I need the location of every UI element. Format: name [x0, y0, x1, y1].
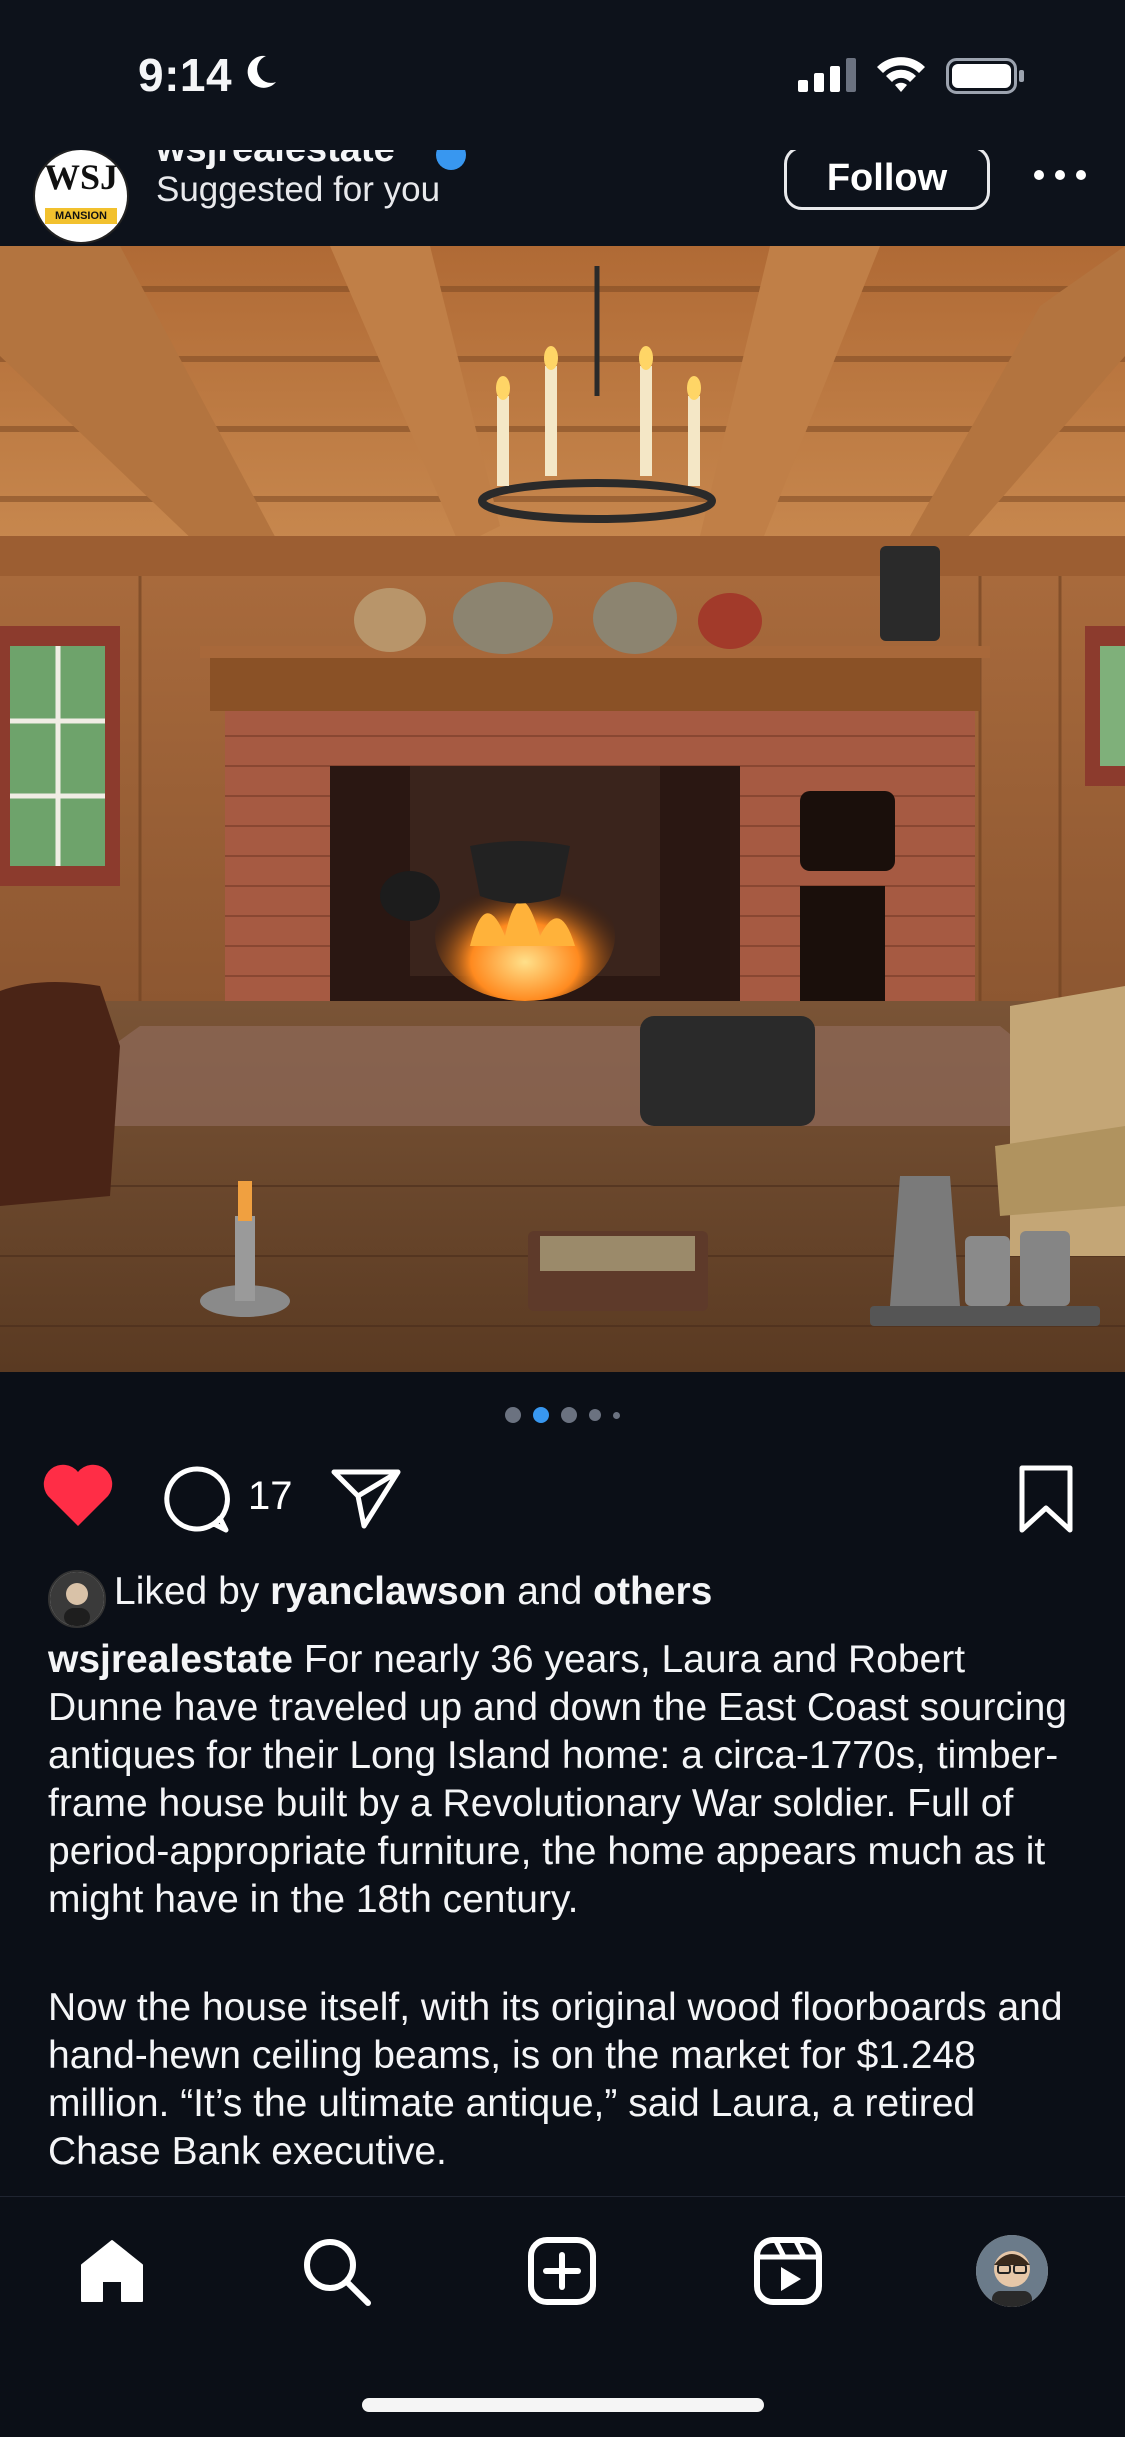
- post-caption: wsjrealestate For nearly 36 years, Laura…: [48, 1636, 1088, 2236]
- home-indicator[interactable]: [362, 2398, 764, 2412]
- caption-username[interactable]: wsjrealestate: [48, 1638, 293, 1681]
- account-username[interactable]: wsjrealestate: [156, 150, 395, 171]
- like-heart-icon[interactable]: [40, 1462, 116, 1528]
- liker-avatar[interactable]: [48, 1570, 106, 1628]
- profile-avatar[interactable]: [976, 2235, 1048, 2307]
- comment-icon[interactable]: [162, 1464, 232, 1534]
- caption-paragraph-2: Now the house itself, with its original …: [48, 1984, 1088, 2176]
- follow-button[interactable]: Follow: [784, 150, 990, 210]
- reels-icon[interactable]: [752, 2235, 824, 2307]
- avatar-logo-text: WSJ: [43, 157, 119, 197]
- create-post-icon[interactable]: [526, 2235, 598, 2307]
- caption-paragraph-1: wsjrealestate For nearly 36 years, Laura…: [48, 1636, 1088, 1924]
- carousel-dot: [561, 1407, 577, 1423]
- share-send-icon[interactable]: [330, 1466, 402, 1530]
- status-time: 9:14: [138, 49, 233, 101]
- profile-avatar-image: [976, 2235, 1048, 2307]
- avatar-logo-band: MANSION: [45, 208, 117, 224]
- search-icon[interactable]: [300, 2235, 372, 2307]
- more-options-icon[interactable]: [1030, 156, 1090, 196]
- carousel-dot: [613, 1411, 620, 1419]
- verified-badge-icon: [436, 150, 466, 170]
- account-avatar[interactable]: WSJ MANSION: [33, 150, 129, 244]
- post-header: WSJ MANSION wsjrealestate Suggested for …: [0, 150, 1125, 246]
- suggested-label: Suggested for you: [156, 170, 441, 209]
- comment-count: 17: [248, 1474, 293, 1518]
- moon-icon: [247, 55, 276, 88]
- battery-icon: [946, 58, 1024, 94]
- liker-avatar-image: [50, 1572, 104, 1626]
- bookmark-icon[interactable]: [1016, 1464, 1076, 1534]
- carousel-dot-active: [533, 1407, 549, 1423]
- liked-by-user[interactable]: ryanclawson: [270, 1570, 506, 1613]
- liked-by-others[interactable]: others: [593, 1570, 712, 1613]
- status-bar: 9:14: [0, 0, 1125, 150]
- carousel-dot: [505, 1407, 521, 1423]
- liked-by-text: Liked by ryanclawson and others: [114, 1570, 712, 1614]
- home-icon[interactable]: [76, 2235, 148, 2307]
- liked-by-prefix: Liked by: [114, 1570, 260, 1613]
- cellular-signal-icon: [798, 58, 856, 92]
- caption-text-2: Now the house itself, with its original …: [48, 1986, 1063, 2173]
- carousel-indicator: [0, 1404, 1125, 1426]
- liked-by-and: and: [517, 1570, 583, 1613]
- post-image[interactable]: [0, 246, 1125, 1372]
- carousel-dot: [589, 1409, 601, 1421]
- wifi-icon: [877, 57, 925, 92]
